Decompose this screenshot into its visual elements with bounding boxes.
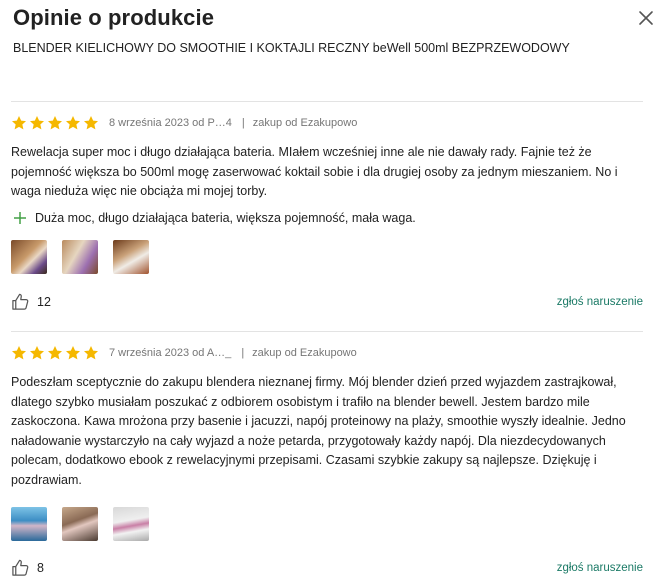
plus-icon [14, 211, 26, 224]
like-button[interactable]: 12 [11, 293, 51, 311]
review-photos [11, 239, 643, 274]
review-photo[interactable] [113, 507, 149, 541]
review-meta: 8 września 2023 od P…4 | zakup od Ezakup… [11, 112, 643, 134]
review-meta: 7 września 2023 od A…_ | zakup od Ezakup… [11, 342, 643, 364]
review-footer: 8 zgłoś naruszenie [11, 558, 643, 578]
star-icon [30, 116, 44, 130]
report-link[interactable]: zgłoś naruszenie [557, 296, 643, 308]
star-icon [48, 346, 62, 360]
review-photo[interactable] [62, 239, 98, 274]
review-text: Rewelacja super moc i długo działająca b… [11, 145, 618, 198]
product-name: BLENDER KIELICHOWY DO SMOOTHIE I KOKTAJL… [13, 41, 570, 55]
review-date-author: 7 września 2023 od A…_ [109, 347, 232, 359]
review-pros: Duża moc, długo działająca bateria, więk… [11, 211, 643, 225]
review-card: 7 września 2023 od A…_ | zakup od Ezakup… [11, 342, 643, 578]
star-icon [48, 116, 62, 130]
meta-separator: | [241, 347, 245, 359]
modal-title: Opinie o produkcie [13, 5, 215, 30]
meta-separator: | [241, 117, 245, 129]
thumbs-up-icon [12, 559, 29, 576]
like-count: 12 [37, 294, 51, 309]
like-button[interactable]: 8 [11, 559, 44, 577]
review-source: zakup od Ezakupowo [252, 347, 357, 359]
review-footer: 12 zgłoś naruszenie [11, 292, 643, 312]
star-rating [11, 345, 99, 361]
star-icon [12, 116, 26, 130]
close-icon[interactable] [636, 8, 656, 28]
divider [11, 331, 643, 332]
review-source: zakup od Ezakupowo [252, 117, 358, 129]
star-icon [12, 346, 26, 360]
star-icon [84, 116, 98, 130]
pros-text: Duża moc, długo działająca bateria, więk… [35, 210, 416, 225]
like-count: 8 [37, 561, 44, 575]
star-icon [30, 346, 44, 360]
review-text: Podeszłam sceptycznie do zakupu blendera… [11, 375, 626, 487]
review-photo[interactable] [62, 507, 98, 541]
review-card: 8 września 2023 od P…4 | zakup od Ezakup… [11, 112, 643, 312]
review-photo[interactable] [113, 239, 149, 274]
review-photo[interactable] [11, 239, 47, 274]
review-date-author: 8 września 2023 od P…4 [109, 117, 232, 129]
divider [11, 101, 643, 102]
star-icon [66, 346, 80, 360]
report-link[interactable]: zgłoś naruszenie [557, 562, 643, 574]
star-icon [66, 116, 80, 130]
review-photos [11, 507, 643, 541]
star-icon [84, 346, 98, 360]
star-rating [11, 115, 99, 131]
thumbs-up-icon [12, 293, 29, 310]
review-photo[interactable] [11, 507, 47, 541]
